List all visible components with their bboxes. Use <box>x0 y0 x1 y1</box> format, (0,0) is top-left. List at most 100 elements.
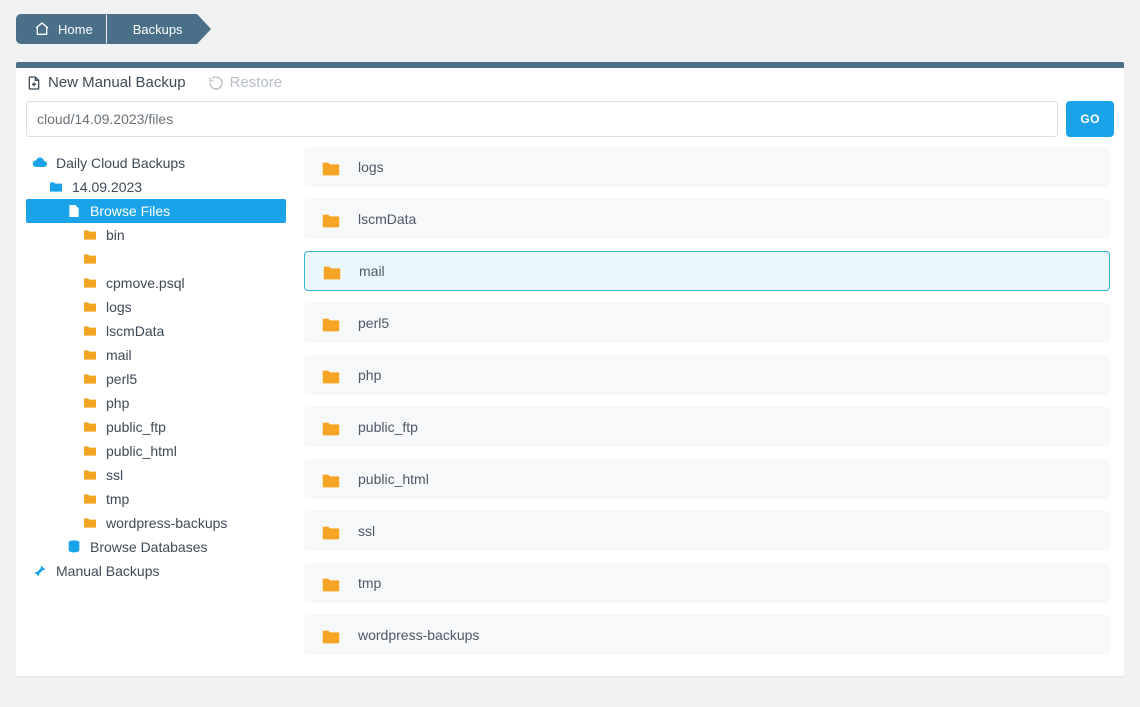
tree-folder-label: tmp <box>106 491 129 507</box>
tree-folder-item[interactable]: cpmove.psql <box>26 271 286 295</box>
folder-icon <box>320 470 342 488</box>
folder-icon <box>320 626 342 644</box>
tree: Daily Cloud Backups 14.09.2023 Browse Fi… <box>26 147 286 666</box>
folder-icon <box>320 366 342 384</box>
folder-icon <box>320 314 342 332</box>
new-backup-label: New Manual Backup <box>48 74 186 91</box>
tree-folder-item[interactable]: php <box>26 391 286 415</box>
folder-icon <box>82 419 98 435</box>
folder-icon <box>82 347 98 363</box>
tree-manual-backups[interactable]: Manual Backups <box>26 559 286 583</box>
file-row-label: ssl <box>358 523 375 539</box>
tree-folder-label: lscmData <box>106 323 164 339</box>
tree-folder-label: public_html <box>106 443 177 459</box>
file-row[interactable]: tmp <box>304 563 1110 603</box>
new-backup-button[interactable]: New Manual Backup <box>26 74 186 91</box>
folder-icon <box>82 395 98 411</box>
file-plus-icon <box>26 75 42 91</box>
file-row-label: public_ftp <box>358 419 418 435</box>
folder-icon <box>320 418 342 436</box>
tree-browse-files-label: Browse Files <box>90 203 170 219</box>
folder-icon <box>82 467 98 483</box>
file-row[interactable]: logs <box>304 147 1110 187</box>
breadcrumb-current-label: Backups <box>133 22 183 37</box>
path-bar: GO <box>16 101 1124 147</box>
file-row-label: logs <box>358 159 384 175</box>
file-list[interactable]: logs lscmData mail perl5 php public_ftppublic… <box>304 147 1114 666</box>
file-row[interactable]: perl5 <box>304 303 1110 343</box>
tree-folder-label: public_ftp <box>106 419 166 435</box>
tree-folder-item[interactable]: lscmData <box>26 319 286 343</box>
main-panel: New Manual Backup Restore GO Dail <box>16 62 1124 676</box>
tree-root-daily-cloud[interactable]: Daily Cloud Backups <box>26 151 286 175</box>
folder-icon <box>321 262 343 280</box>
tree-folder-label: cpmove.psql <box>106 275 185 291</box>
folder-icon <box>320 210 342 228</box>
breadcrumb: Home Backups <box>16 14 1124 44</box>
tree-folder-item[interactable]: public_ftp <box>26 415 286 439</box>
cloud-icon <box>32 155 48 171</box>
tree-date[interactable]: 14.09.2023 <box>26 175 286 199</box>
file-row-label: tmp <box>358 575 381 591</box>
tree-folder-item[interactable]: logs <box>26 295 286 319</box>
folder-icon <box>82 227 98 243</box>
tree-folder-item[interactable]: wordpress-backups <box>26 511 286 535</box>
path-input[interactable] <box>26 101 1058 137</box>
breadcrumb-home-label: Home <box>58 22 93 37</box>
tree-folder-label: logs <box>106 299 132 315</box>
file-row-label: lscmData <box>358 211 416 227</box>
folder-icon <box>48 179 64 195</box>
file-row-label: wordpress-backups <box>358 627 479 643</box>
tree-root-label: Daily Cloud Backups <box>56 155 185 171</box>
file-row[interactable]: mail <box>304 251 1110 291</box>
restore-button[interactable]: Restore <box>208 74 283 91</box>
restore-icon <box>208 75 224 91</box>
folder-icon <box>82 299 98 315</box>
file-row[interactable]: ssl <box>304 511 1110 551</box>
tree-browse-files[interactable]: Browse Files <box>26 199 286 223</box>
toolbar: New Manual Backup Restore <box>16 68 1124 101</box>
folder-icon <box>82 443 98 459</box>
tree-manual-label: Manual Backups <box>56 563 160 579</box>
tree-browse-db[interactable]: Browse Databases <box>26 535 286 559</box>
tree-folder-item[interactable]: bin <box>26 223 286 247</box>
tree-folder-item[interactable]: public_html <box>26 439 286 463</box>
folder-icon <box>82 491 98 507</box>
tree-folder-item[interactable] <box>26 247 286 271</box>
file-row-label: perl5 <box>358 315 389 331</box>
tree-folder-label: ssl <box>106 467 123 483</box>
file-row[interactable]: public_ftp <box>304 407 1110 447</box>
tree-folder-item[interactable]: mail <box>26 343 286 367</box>
tree-date-label: 14.09.2023 <box>72 179 142 195</box>
go-button[interactable]: GO <box>1066 101 1114 137</box>
file-icon <box>66 203 82 219</box>
tree-folder-item[interactable]: tmp <box>26 487 286 511</box>
file-row[interactable]: php <box>304 355 1110 395</box>
file-row[interactable]: wordpress-backups <box>304 615 1110 655</box>
folder-icon <box>82 251 98 267</box>
file-row-label: mail <box>359 263 385 279</box>
folder-icon <box>82 275 98 291</box>
file-row-label: php <box>358 367 381 383</box>
restore-label: Restore <box>230 74 283 91</box>
folder-icon <box>82 515 98 531</box>
tree-folder-item[interactable]: ssl <box>26 463 286 487</box>
folder-icon <box>82 323 98 339</box>
tree-folder-label: bin <box>106 227 125 243</box>
pin-icon <box>32 563 48 579</box>
file-row[interactable]: lscmData <box>304 199 1110 239</box>
tree-browse-db-label: Browse Databases <box>90 539 208 555</box>
folder-icon <box>82 371 98 387</box>
file-row-label: public_html <box>358 471 429 487</box>
tree-folder-label: php <box>106 395 129 411</box>
breadcrumb-home[interactable]: Home <box>16 14 107 44</box>
tree-folder-item[interactable]: perl5 <box>26 367 286 391</box>
database-icon <box>66 539 82 555</box>
folder-icon <box>320 522 342 540</box>
home-icon <box>34 21 50 37</box>
folder-icon <box>320 574 342 592</box>
tree-folder-label: mail <box>106 347 132 363</box>
tree-folder-label: perl5 <box>106 371 137 387</box>
folder-icon <box>320 158 342 176</box>
file-row[interactable]: public_html <box>304 459 1110 499</box>
